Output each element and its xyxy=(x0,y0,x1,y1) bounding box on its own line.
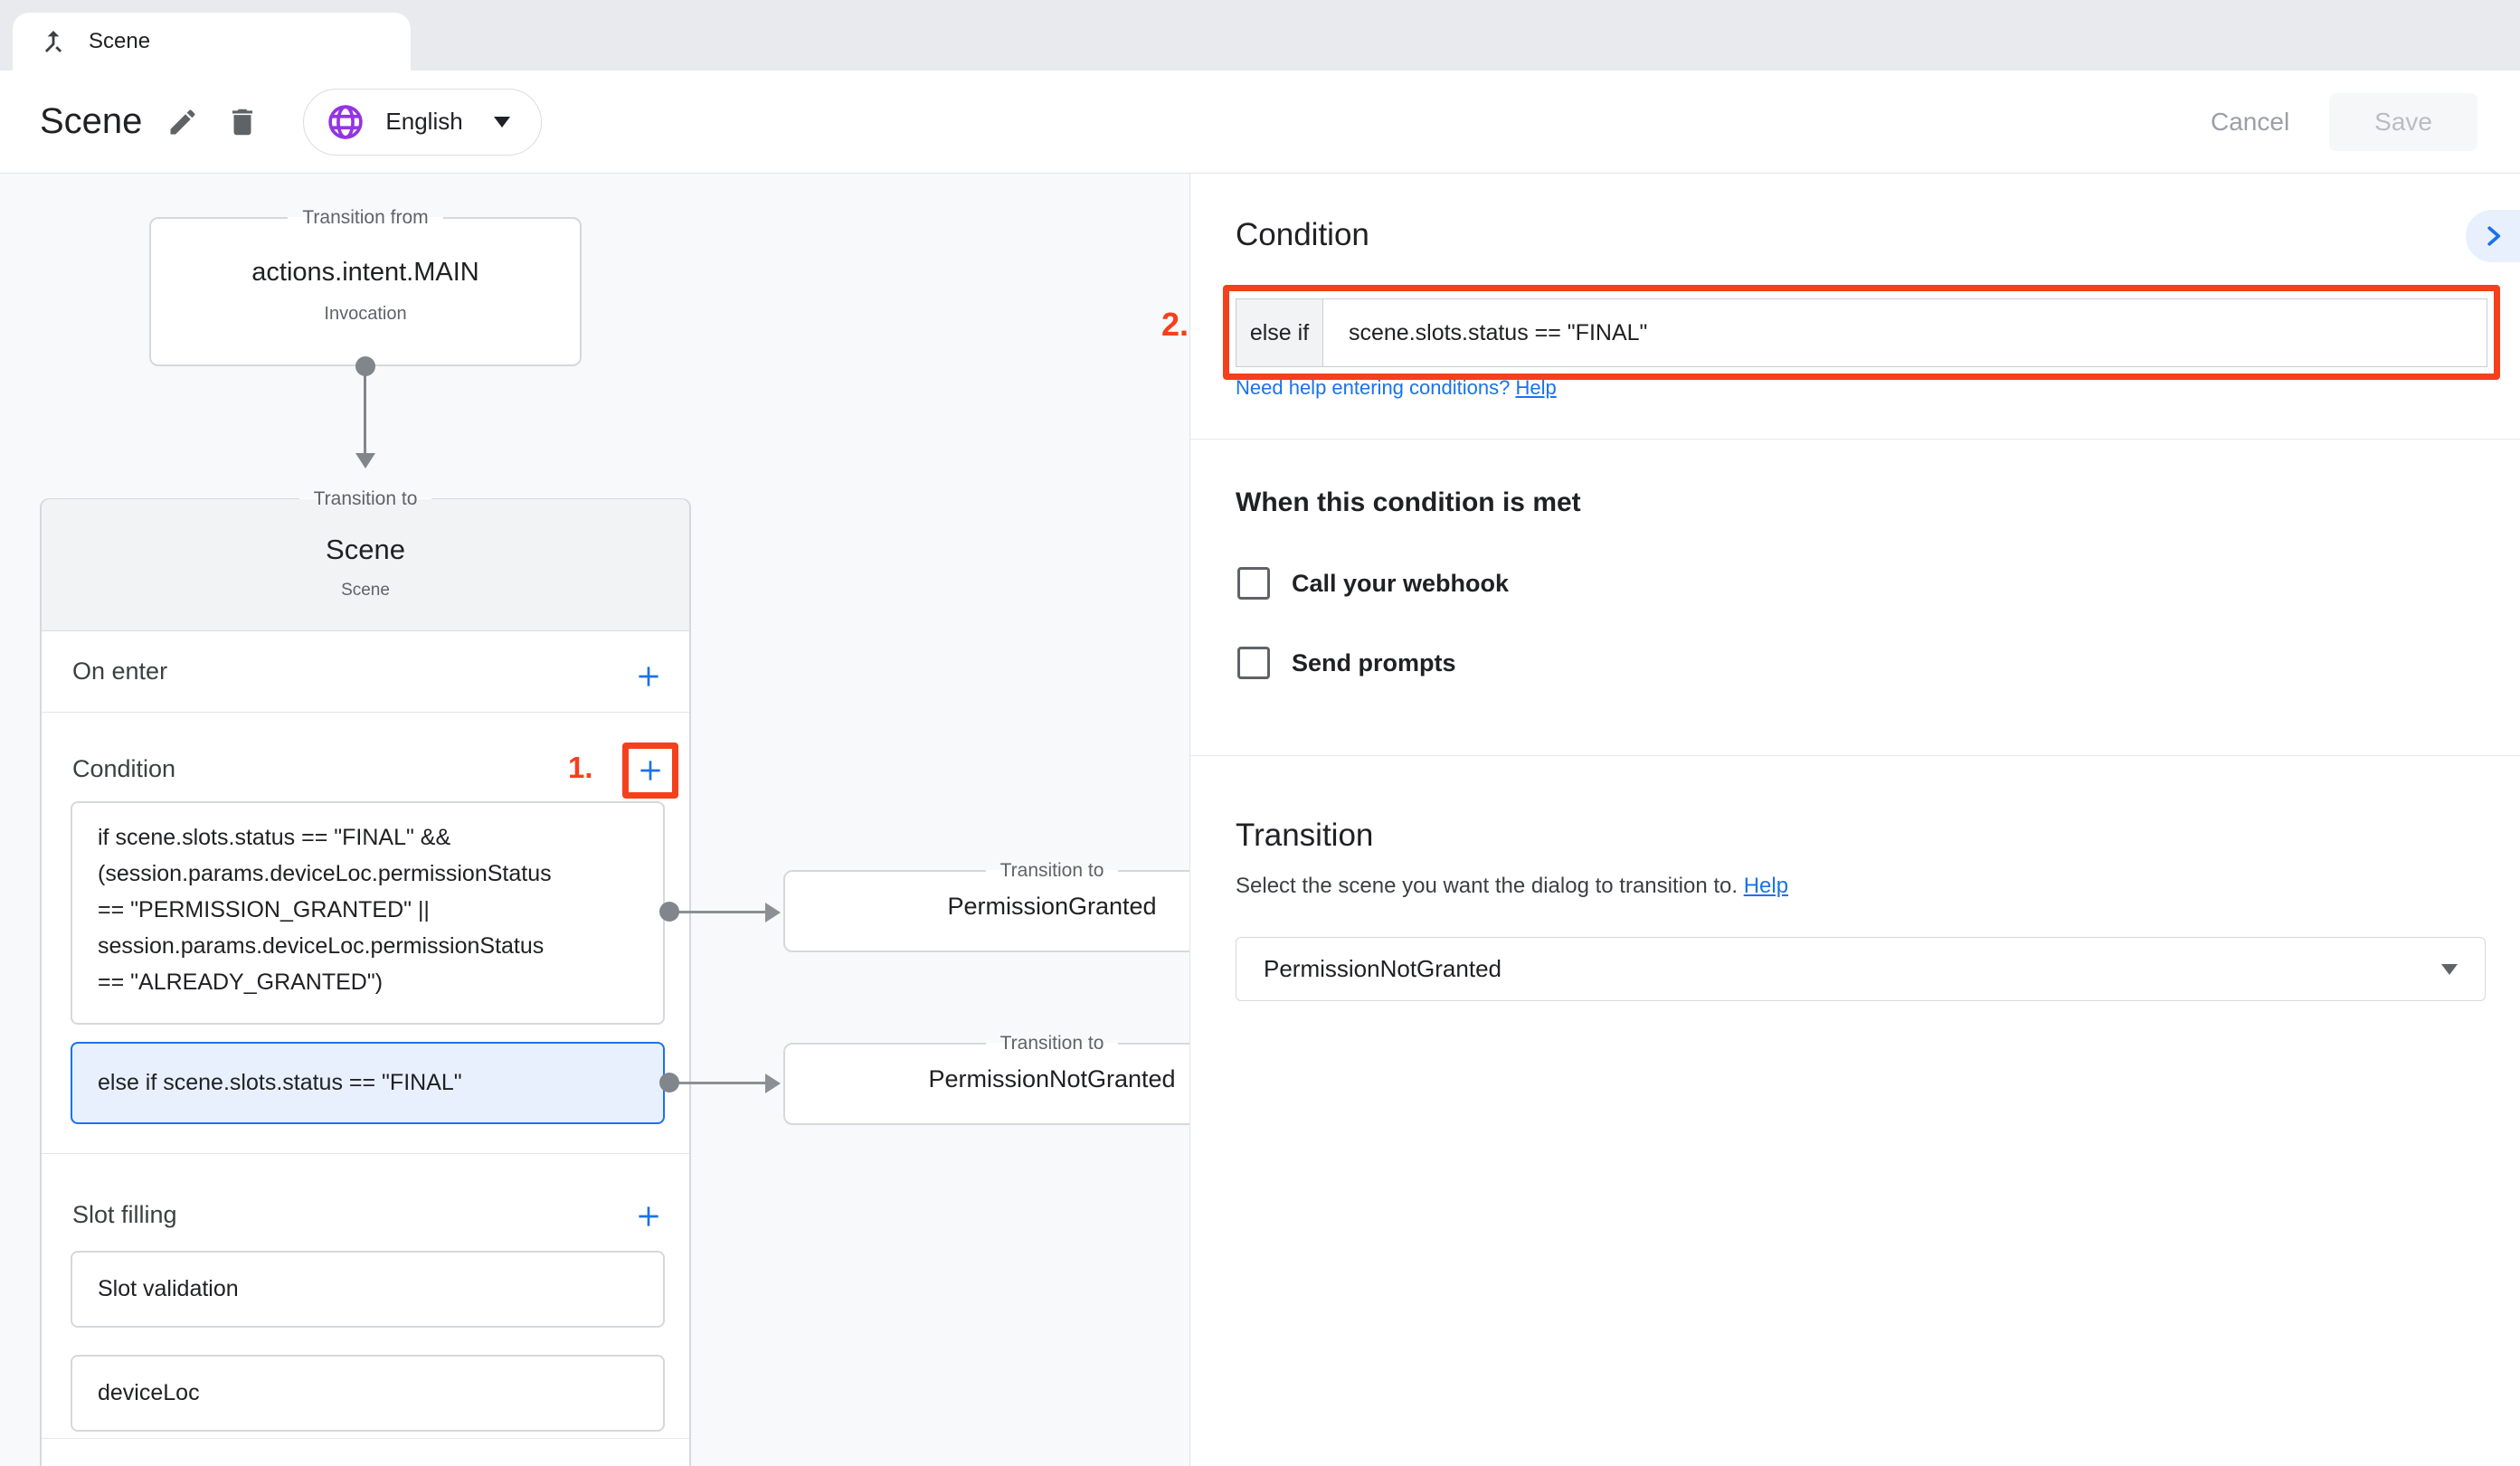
scene-card-header[interactable]: Scene Scene xyxy=(42,499,689,631)
send-prompts-option: Send prompts xyxy=(1237,647,1456,679)
flow-diagram: Transition from actions.intent.MAIN Invo… xyxy=(0,174,1190,1466)
connector-dot xyxy=(659,1073,679,1092)
intent-name: actions.intent.MAIN xyxy=(151,258,580,288)
transition-from-legend: Transition from xyxy=(288,207,442,229)
call-webhook-option: Call your webhook xyxy=(1237,567,1509,600)
chevron-right-icon xyxy=(2479,222,2506,250)
transition-scene-dropdown[interactable]: PermissionNotGranted xyxy=(1236,937,2486,1001)
connector-line xyxy=(669,911,767,913)
add-condition-button[interactable] xyxy=(625,745,676,796)
trash-icon xyxy=(225,105,260,139)
annotation-2-label: 2. xyxy=(1161,306,1189,344)
tab-bar: Scene xyxy=(0,0,2520,71)
chevron-down-icon xyxy=(494,117,510,128)
globe-icon xyxy=(326,102,365,142)
condition-item-else-if-selected[interactable]: else if scene.slots.status == "FINAL" xyxy=(71,1042,665,1124)
header-actions: Cancel Save xyxy=(2211,93,2477,151)
deviceloc-slot-item[interactable]: deviceLoc xyxy=(71,1355,665,1432)
transition-help-link[interactable]: Help xyxy=(1744,874,1788,898)
connector-line xyxy=(669,1082,767,1084)
condition-expression-input[interactable] xyxy=(1323,299,2487,366)
add-slot-button[interactable] xyxy=(623,1191,674,1242)
transition-to-legend: Transition to xyxy=(299,488,432,510)
page-title: Scene xyxy=(40,101,142,142)
permission-granted-node[interactable]: Transition to PermissionGranted xyxy=(783,860,1190,952)
target-scene-name: PermissionGranted xyxy=(785,893,1190,921)
intent-type: Invocation xyxy=(151,304,580,325)
condition-help-text: Need help entering conditions? xyxy=(1236,376,1515,399)
transition-description: Select the scene you want the dialog to … xyxy=(1236,874,1788,899)
target-transition-legend: Transition to xyxy=(986,1033,1119,1055)
condition-help-link[interactable]: Help xyxy=(1515,376,1556,399)
call-webhook-label: Call your webhook xyxy=(1292,570,1509,598)
condition-item-if[interactable]: if scene.slots.status == "FINAL" && (ses… xyxy=(71,801,665,1025)
delete-scene-button[interactable] xyxy=(216,96,269,148)
app-root: Scene Scene English Cancel xyxy=(0,0,2520,1466)
slot-filling-label: Slot filling xyxy=(72,1201,177,1229)
transition-description-text: Select the scene you want the dialog to … xyxy=(1236,874,1744,898)
arrow-right-icon xyxy=(765,903,781,922)
cancel-button[interactable]: Cancel xyxy=(2211,108,2289,137)
slot-validation-item[interactable]: Slot validation xyxy=(71,1251,665,1328)
language-selector[interactable]: English xyxy=(303,89,541,156)
annotation-1-label: 1. xyxy=(568,751,593,785)
panel-divider xyxy=(1190,755,2520,756)
connector-dot xyxy=(659,902,679,922)
permission-not-granted-node[interactable]: Transition to PermissionNotGranted xyxy=(783,1033,1190,1125)
scene-canvas: Transition from actions.intent.MAIN Invo… xyxy=(0,174,2520,1466)
condition-editor-panel: Condition else if Need help entering con… xyxy=(1190,174,2520,1466)
on-enter-section: On enter xyxy=(42,631,689,713)
tab-scene[interactable]: Scene xyxy=(13,13,411,71)
connector-line xyxy=(364,366,366,453)
condition-operator-chip: else if xyxy=(1236,299,1323,366)
add-on-enter-button[interactable] xyxy=(623,651,674,702)
scene-card-subtitle: Scene xyxy=(42,581,689,601)
target-transition-legend: Transition to xyxy=(986,860,1119,882)
condition-editor-row: else if xyxy=(1236,298,2487,367)
panel-divider xyxy=(1190,439,2520,440)
transition-heading: Transition xyxy=(1236,818,1373,854)
edit-scene-button[interactable] xyxy=(156,96,209,148)
condition-label: Condition xyxy=(72,755,175,783)
arrow-right-icon xyxy=(765,1073,781,1093)
on-enter-label: On enter xyxy=(72,657,167,686)
transition-scene-value: PermissionNotGranted xyxy=(1264,955,2441,983)
tab-label: Scene xyxy=(89,29,150,54)
transition-from-node[interactable]: Transition from actions.intent.MAIN Invo… xyxy=(149,207,582,366)
target-scene-name: PermissionNotGranted xyxy=(785,1065,1190,1093)
dropdown-caret-icon xyxy=(2441,964,2458,975)
condition-help-line: Need help entering conditions? Help xyxy=(1236,376,1557,400)
condition-heading: Condition xyxy=(1236,217,1369,253)
scene-merge-icon xyxy=(38,26,69,57)
send-prompts-checkbox[interactable] xyxy=(1237,647,1270,679)
language-value: English xyxy=(385,108,462,136)
scene-card-rest xyxy=(42,1439,689,1464)
call-webhook-checkbox[interactable] xyxy=(1237,567,1270,600)
scene-header: Scene English Cancel Save xyxy=(0,71,2520,174)
arrow-down-icon xyxy=(355,453,375,468)
when-condition-met-heading: When this condition is met xyxy=(1236,487,1581,518)
send-prompts-label: Send prompts xyxy=(1292,649,1456,677)
save-button[interactable]: Save xyxy=(2329,93,2477,151)
collapse-panel-button[interactable] xyxy=(2466,210,2520,262)
pencil-icon xyxy=(166,106,199,138)
connector-dot xyxy=(355,356,375,376)
